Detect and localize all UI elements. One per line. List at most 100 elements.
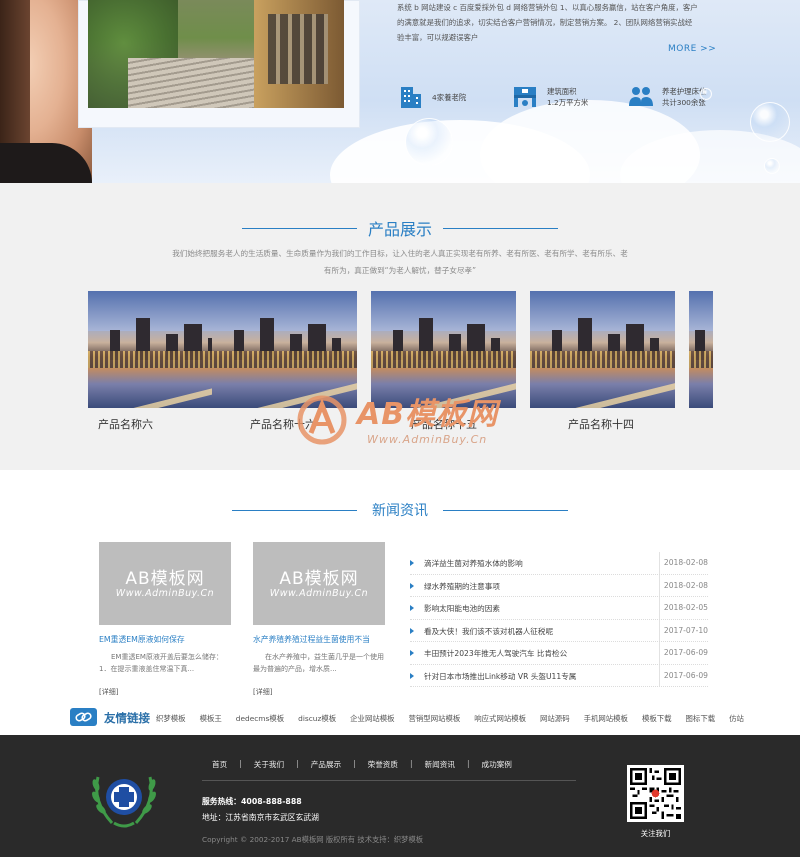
stat-line: 建筑面积 <box>547 87 577 96</box>
stat-line: 共计300余张 <box>662 98 706 107</box>
heading-rule <box>443 228 558 229</box>
bullet-icon <box>410 605 414 611</box>
stat-line: 1.2万平方米 <box>547 98 589 107</box>
thumbnail-title: AB模板网 <box>279 569 359 589</box>
news-item-date: 2017-06-09 <box>663 670 708 680</box>
news-item-title[interactable]: 针对日本市场推出Link移动 VR 头盔U11专属 <box>424 671 576 682</box>
product-image[interactable] <box>689 291 713 408</box>
news-detail-link[interactable]: [详细] <box>253 687 385 697</box>
stat-text: 建筑面积 1.2万平方米 <box>547 86 588 108</box>
watermark-logo: AB模板网 Www.AdminBuy.Cn <box>295 385 525 465</box>
friend-links-label: 友情链接 <box>104 711 150 725</box>
stat-text: 4家養老院 <box>432 92 466 103</box>
footer-nav-products[interactable]: 产品展示 <box>299 759 353 770</box>
friend-links-bar: 友情链接 织梦模板 模板王 dedecms模板 discuz模板 企业网站模板 … <box>70 708 744 728</box>
thumbnail-title: AB模板网 <box>125 569 205 589</box>
friend-link[interactable]: 仿站 <box>729 713 744 724</box>
news-item-date: 2018-02-08 <box>663 558 708 567</box>
building-icon <box>401 87 421 108</box>
news-item-title[interactable]: 绿水养殖期的注意事项 <box>424 581 500 592</box>
news-item-date: 2017-06-09 <box>663 648 708 657</box>
friend-link[interactable]: 营销型网站模板 <box>409 713 461 724</box>
news-thumbnail[interactable]: AB模板网 Www.AdminBuy.Cn <box>99 542 231 625</box>
news-detail-link[interactable]: [详细] <box>99 687 231 697</box>
qr-code-label: 关注我们 <box>640 829 671 838</box>
news-thumbnail[interactable]: AB模板网 Www.AdminBuy.Cn <box>253 542 385 625</box>
bubble-decoration <box>764 158 780 174</box>
news-card-summary: 在水产养殖中，益生菌几乎是一个使用最为普遍的产品，增水质... <box>253 653 384 673</box>
site-footer: 首页 | 关于我们 | 产品展示 | 荣誉资质 | 新闻资讯 | 成功案例 服务热线：40… <box>0 735 800 857</box>
news-section: 新闻资讯 AB模板网 Www.AdminBuy.Cn EM重透EM原液如何保存 … <box>0 470 800 735</box>
footer-address: 地址：江苏省南京市玄武区玄武湖 <box>202 813 319 822</box>
friend-link[interactable]: dedecms模板 <box>236 713 284 724</box>
news-item-date: 2018-02-05 <box>663 603 708 612</box>
intro-line: 的满意就是我们的追求，切实结合客户营销情况，制定营销方案。 2、团队网络营销实战… <box>397 18 693 27</box>
about-banner: 系统 b 网站建设 c 百度爱採外包 d 网络营销外包 1、以真心服务赢信，站在… <box>0 0 800 183</box>
news-item-title[interactable]: 影响太阳能电池的因素 <box>424 603 500 614</box>
news-list-item[interactable]: 丰田预计2023年推无人驾驶汽车 比肯检公 2017-06-09 <box>410 642 708 665</box>
qr-code <box>627 765 684 822</box>
news-card[interactable]: AB模板网 Www.AdminBuy.Cn 水产养殖养殖过程益生菌使用不当 在水… <box>253 542 385 697</box>
news-card[interactable]: AB模板网 Www.AdminBuy.Cn EM重透EM原液如何保存 EM重透E… <box>99 542 231 697</box>
friend-link[interactable]: 响应式网站模板 <box>474 713 526 724</box>
more-link[interactable]: MORE >> <box>668 44 716 54</box>
products-description: 我们始终把服务老人的生活质量、生命质量作为我们的工作目标，让入住的老人真正实现老… <box>172 249 628 275</box>
news-list-item[interactable]: 看及大侠！我们该不该对机器人征税呢 2017-07-10 <box>410 620 708 642</box>
stat-homes: 4家養老院 <box>398 82 466 112</box>
product-card-partial[interactable] <box>689 291 713 408</box>
bullet-icon <box>410 582 414 589</box>
news-list-item[interactable]: 滴洋益生菌对养殖水体的影响 2018-02-08 <box>410 552 708 575</box>
friend-link[interactable]: 模板下载 <box>642 713 672 724</box>
bullet-icon <box>410 627 414 634</box>
building-photo <box>88 0 344 108</box>
intro-line: 验丰富，可以规避误客户 <box>397 33 479 42</box>
product-image[interactable] <box>530 291 675 408</box>
people-icon <box>629 87 653 106</box>
friend-link[interactable]: discuz模板 <box>298 713 336 724</box>
bed-icon <box>514 87 536 107</box>
thumbnail-url: Www.AdminBuy.Cn <box>115 588 215 599</box>
news-list-item[interactable]: 针对日本市场推出Link移动 VR 头盔U11专属 2017-06-09 <box>410 665 708 687</box>
footer-nav-news[interactable]: 新闻资讯 <box>413 759 467 770</box>
product-card[interactable]: 产品名称十四 <box>530 291 675 432</box>
news-list-item[interactable]: 影响太阳能电池的因素 2018-02-05 <box>410 597 708 620</box>
heading-rule <box>443 510 568 511</box>
link-icon <box>70 708 97 726</box>
news-item-date: 2018-02-08 <box>663 580 708 590</box>
news-list-item[interactable]: 绿水养殖期的注意事项 2018-02-08 <box>410 575 708 597</box>
footer-hotline: 服务热线：4008-888-888 <box>202 797 302 806</box>
thumbnail-url: Www.AdminBuy.Cn <box>269 588 369 599</box>
watermark-title: AB模板网 <box>357 397 499 432</box>
news-card-title[interactable]: 水产养殖养殖过程益生菌使用不当 <box>253 634 385 645</box>
footer-nav-home[interactable]: 首页 <box>200 759 239 770</box>
emblem-logo-icon <box>92 776 156 828</box>
footer-nav: 首页 | 关于我们 | 产品展示 | 荣誉资质 | 新闻资讯 | 成功案例 <box>200 759 524 770</box>
news-item-title[interactable]: 丰田预计2023年推无人驾驶汽车 比肯检公 <box>424 648 567 659</box>
heading-rule <box>242 228 357 229</box>
friend-link[interactable]: 企业网站模板 <box>350 713 394 724</box>
products-heading: 产品展示 <box>0 216 800 240</box>
stat-line: 4家養老院 <box>432 92 467 102</box>
about-intro-text: 系统 b 网站建设 c 百度爱採外包 d 网络营销外包 1、以真心服务赢信，站在… <box>397 0 715 45</box>
news-item-title[interactable]: 滴洋益生菌对养殖水体的影响 <box>424 558 523 569</box>
friend-link[interactable]: 手机网站模板 <box>584 713 628 724</box>
friend-link[interactable]: 织梦模板 <box>156 713 186 724</box>
news-title: 新闻资讯 <box>366 500 434 520</box>
watermark-a-icon <box>297 395 347 445</box>
news-card-summary: EM重透EM原液开盖后要怎么储存：1．在提示重液盖住常温下真... <box>99 653 223 673</box>
qr-code-icon <box>630 768 681 819</box>
intro-line: 系统 b 网站建设 c 百度爱採外包 d 网络营销外包 1、以真心服务赢信，站在… <box>397 3 698 12</box>
bullet-icon <box>410 672 414 679</box>
news-card-title[interactable]: EM重透EM原液如何保存 <box>99 634 231 645</box>
stats-row: 4家養老院 建筑面积 1.2万平方米 养老护理床位 共计300余张 <box>398 82 728 112</box>
friend-link[interactable]: 模板王 <box>200 713 222 724</box>
friend-link[interactable]: 图标下载 <box>686 713 716 724</box>
friend-link[interactable]: 网站源码 <box>540 713 570 724</box>
friend-links-list: 织梦模板 模板王 dedecms模板 discuz模板 企业网站模板 营销型网站… <box>156 713 758 724</box>
footer-nav-about[interactable]: 关于我们 <box>242 759 296 770</box>
product-name[interactable]: 产品名称十四 <box>530 416 675 432</box>
bubble-decoration <box>405 118 453 166</box>
footer-nav-honors[interactable]: 荣誉资质 <box>356 759 410 770</box>
footer-nav-cases[interactable]: 成功案例 <box>470 759 524 770</box>
news-item-title[interactable]: 看及大侠！我们该不该对机器人征税呢 <box>424 626 553 637</box>
